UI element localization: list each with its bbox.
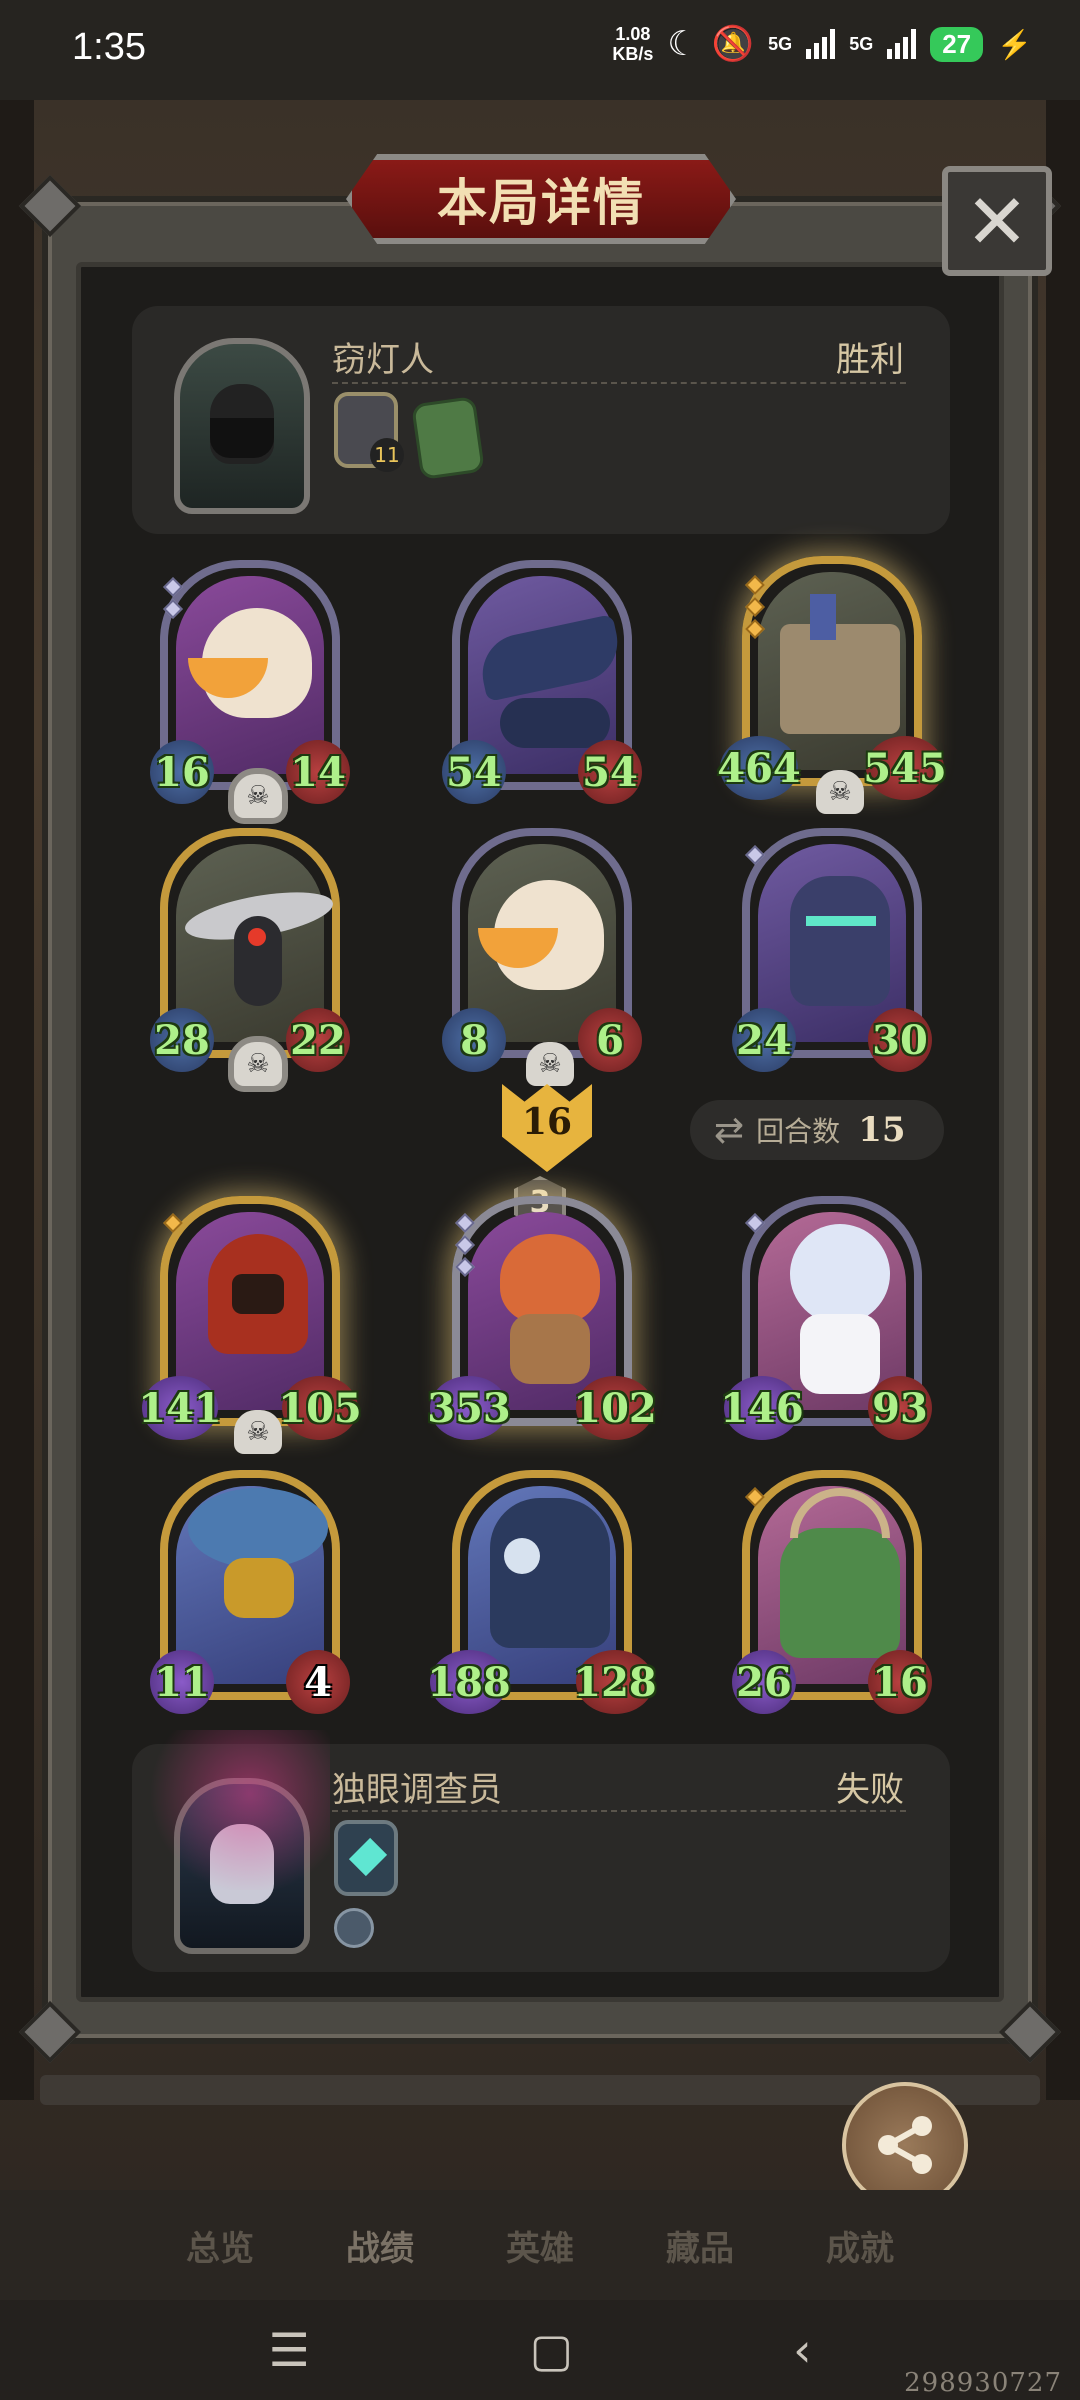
unit-health: 105	[278, 1376, 362, 1440]
unit-health: 6	[578, 1008, 642, 1072]
battery-indicator: 27	[930, 26, 984, 62]
nav-heroes[interactable]: 英雄	[506, 2221, 574, 2270]
turn-label: 回合数	[756, 1115, 841, 1148]
unit-health: 14	[286, 740, 350, 804]
unit-card[interactable]: 28 22 ☠	[150, 828, 350, 1086]
unit-card[interactable]: 8 6 ☠	[442, 828, 642, 1086]
unit-health: 4	[286, 1650, 350, 1714]
nav-achievements[interactable]: 成就	[826, 2221, 894, 2270]
turn-counter: ⇄ 回合数 15	[690, 1100, 944, 1160]
unit-card[interactable]: 464 545 ☠	[717, 556, 947, 814]
unit-attack: 353	[427, 1376, 511, 1440]
unit-attack: 54	[442, 740, 506, 804]
unit-attack: 464	[717, 736, 801, 800]
unit-attack: 146	[720, 1376, 804, 1440]
book-icon[interactable]	[411, 395, 485, 481]
unit-attack: 26	[732, 1650, 796, 1714]
back-icon[interactable]: ‹	[793, 2323, 811, 2377]
turn-value: 15	[858, 1110, 906, 1150]
deathrattle-icon: ☠	[234, 1410, 282, 1454]
watermark: 298930727	[904, 2368, 1062, 2398]
unit-attack: 28	[150, 1008, 214, 1072]
player1-avatar[interactable]	[174, 338, 310, 514]
nav-overview[interactable]: 总览	[186, 2221, 254, 2270]
modal-title-plate: 本局详情	[346, 154, 736, 244]
unit-health: 545	[863, 736, 947, 800]
status-time: 1:35	[72, 26, 146, 68]
sword-badge-icon	[334, 1908, 374, 1948]
unit-card[interactable]: 26 16	[732, 1470, 932, 1714]
network-speed: 1.08 KB/s	[612, 24, 654, 64]
signal-icon	[806, 29, 836, 59]
unit-card[interactable]: 16 14 ☠	[150, 560, 350, 818]
player1-result: 胜利	[836, 340, 904, 380]
deathrattle-icon: ☠	[526, 1042, 574, 1086]
status-icons: 1.08 KB/s ☾ 🔕 5G 5G 27 ⚡	[612, 24, 1032, 64]
signal-icon-2	[887, 29, 917, 59]
close-button[interactable]: ✕	[942, 166, 1052, 276]
divider	[332, 1810, 906, 1812]
player1-name: 窃灯人	[332, 340, 434, 380]
home-icon[interactable]: ▢	[530, 2323, 573, 2377]
unit-health: 22	[286, 1008, 350, 1072]
divider	[332, 382, 906, 384]
nav-collection[interactable]: 藏品	[666, 2221, 734, 2270]
unit-attack: 24	[732, 1008, 796, 1072]
unit-card[interactable]: 11 4	[150, 1470, 350, 1714]
status-bar: 1:35 1.08 KB/s ☾ 🔕 5G 5G 27 ⚡	[0, 0, 1080, 100]
unit-card[interactable]: 188 128	[427, 1470, 657, 1714]
unit-health: 128	[573, 1650, 657, 1714]
unit-attack: 8	[442, 1008, 506, 1072]
unit-health: 93	[868, 1376, 932, 1440]
unit-health: 30	[868, 1008, 932, 1072]
deathrattle-icon: ☠	[816, 770, 864, 814]
unit-attack: 16	[150, 740, 214, 804]
talent-icon[interactable]: 11	[334, 392, 404, 472]
nav-records[interactable]: 战绩	[346, 2221, 414, 2270]
unit-card[interactable]: 146 93	[720, 1196, 932, 1440]
player2-result: 失败	[836, 1770, 904, 1810]
unit-attack: 141	[138, 1376, 222, 1440]
deathrattle-icon: ☠	[234, 774, 282, 818]
unit-health: 102	[573, 1376, 657, 1440]
player2-name: 独眼调查员	[332, 1770, 502, 1810]
background-edge-left	[0, 100, 34, 2100]
network-type-1: 5G	[768, 33, 793, 54]
unit-card[interactable]: 141 105 ☠	[138, 1196, 362, 1454]
bottom-navigation: 总览 战绩 英雄 藏品 成就	[0, 2190, 1080, 2300]
charging-icon: ⚡	[997, 28, 1032, 60]
skill-icon[interactable]	[334, 1820, 398, 1896]
deathrattle-icon: ☠	[234, 1042, 282, 1086]
network-type-2: 5G	[849, 33, 874, 54]
unit-card[interactable]: 54 54	[442, 560, 642, 804]
unit-card[interactable]: 24 30	[732, 828, 932, 1072]
unit-attack: 188	[427, 1650, 511, 1714]
level-value: 16	[521, 1101, 573, 1143]
modal-title: 本局详情	[437, 174, 645, 232]
menu-icon[interactable]: ☰	[268, 2323, 309, 2377]
talent-level: 11	[370, 438, 404, 472]
close-icon: ✕	[965, 176, 1029, 266]
unit-attack: 11	[150, 1650, 214, 1714]
player2-hero-art	[130, 1730, 330, 1890]
unit-health: 54	[578, 740, 642, 804]
refresh-icon: ⇄	[714, 1109, 745, 1151]
share-icon	[878, 2116, 932, 2174]
mute-bell-icon: 🔕	[711, 25, 755, 63]
unit-card[interactable]: 353 102	[427, 1196, 657, 1440]
background-edge-right	[1046, 100, 1080, 2100]
unit-health: 16	[868, 1650, 932, 1714]
moon-icon: ☾	[667, 25, 698, 63]
